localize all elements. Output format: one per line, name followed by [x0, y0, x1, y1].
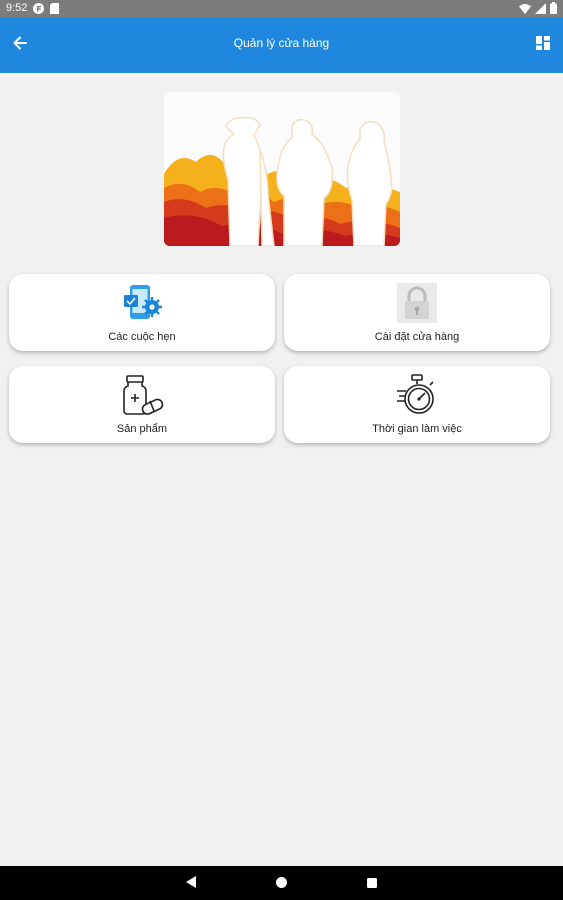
menu-card-products[interactable]: Sản phẩm	[9, 366, 275, 443]
menu-card-store-settings[interactable]: Cài đặt cửa hàng	[284, 274, 550, 351]
store-banner-image	[164, 92, 400, 246]
menu-label: Thời gian làm việc	[372, 423, 462, 435]
menu-label: Các cuộc hẹn	[108, 331, 176, 343]
sd-card-icon	[50, 3, 59, 17]
medicine-bottle-icon	[9, 373, 275, 417]
wifi-icon	[519, 3, 531, 17]
dashboard-icon	[536, 35, 550, 55]
app-notification-icon	[33, 3, 44, 17]
signal-icon	[535, 2, 546, 17]
appointment-phone-icon	[9, 281, 275, 325]
menu-label: Sản phẩm	[116, 423, 168, 435]
menu-card-working-hours[interactable]: Thời gian làm việc	[284, 366, 550, 443]
nav-back-button[interactable]	[185, 875, 197, 894]
padlock-icon	[284, 281, 550, 325]
dashboard-button[interactable]	[529, 31, 557, 59]
status-bar: 9:52	[0, 0, 563, 17]
page-title: Quản lý cửa hàng	[233, 36, 330, 50]
nav-home-button[interactable]	[275, 876, 288, 894]
nav-recents-button[interactable]	[366, 876, 378, 894]
status-time: 9:52	[6, 2, 28, 14]
app-bar: Quản lý cửa hàng	[0, 17, 563, 73]
menu-label: Cài đặt cửa hàng	[374, 331, 460, 343]
menu-card-appointments[interactable]: Các cuộc hẹn	[9, 274, 275, 351]
stopwatch-icon	[284, 373, 550, 417]
status-right	[519, 2, 557, 17]
battery-icon	[550, 2, 557, 17]
navigation-bar	[0, 866, 563, 900]
